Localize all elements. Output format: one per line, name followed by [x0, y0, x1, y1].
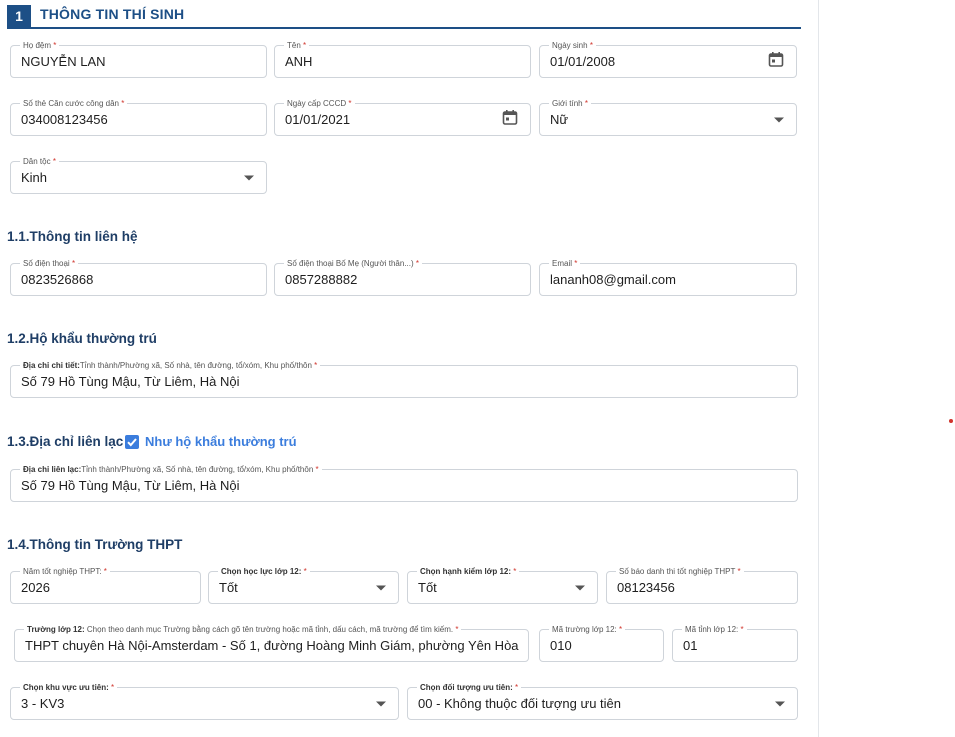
chevron-down-icon[interactable]: [575, 585, 585, 590]
ho-dem-input[interactable]: NGUYỄN LAN: [21, 46, 232, 77]
same-as-ho-khau-toggle[interactable]: Như hộ khẩu thường trú: [125, 434, 297, 449]
doi-tuong-select[interactable]: Chọn đối tượng ưu tiên: * 00 - Không thu…: [407, 682, 798, 720]
ten-input[interactable]: ANH: [285, 46, 496, 77]
email-input[interactable]: lananh08@gmail.com: [550, 264, 762, 295]
ngay-cap-cccd-field[interactable]: Ngày cấp CCCD * 01/01/2021: [274, 98, 531, 136]
hoc-luc-select[interactable]: Chọn học lực lớp 12: * Tốt: [208, 566, 399, 604]
parent-phone-input[interactable]: 0857288882: [285, 264, 496, 295]
chevron-down-icon[interactable]: [376, 701, 386, 706]
nam-tot-nghiep-field[interactable]: Năm tốt nghiệp THPT: * 2026: [10, 566, 201, 604]
ngay-sinh-field[interactable]: Ngày sinh * 01/01/2008: [539, 40, 797, 78]
school-heading: 1.4.Thông tin Trường THPT: [7, 537, 183, 552]
parent-phone-field[interactable]: Số điện thoại Bố Mẹ (Người thân...) * 08…: [274, 258, 531, 296]
calendar-icon[interactable]: [502, 109, 518, 130]
email-field[interactable]: Email * lananh08@gmail.com: [539, 258, 797, 296]
cccd-field[interactable]: Số thẻ Căn cước công dân * 034008123456: [10, 98, 267, 136]
lien-lac-heading: 1.3.Địa chỉ liên lạc: [7, 434, 124, 449]
calendar-icon[interactable]: [768, 51, 784, 72]
ma-truong-input[interactable]: 010: [550, 630, 629, 661]
ho-dem-field[interactable]: Họ đệm * NGUYỄN LAN: [10, 40, 267, 78]
contact-heading: 1.1.Thông tin liên hệ: [7, 229, 138, 244]
so-bao-danh-input[interactable]: 08123456: [617, 572, 763, 603]
chevron-down-icon[interactable]: [376, 585, 386, 590]
panel-border: [818, 0, 819, 737]
khu-vuc-select[interactable]: Chọn khu vực ưu tiên: * 3 - KV3: [10, 682, 399, 720]
same-as-ho-khau-checkbox[interactable]: [125, 434, 139, 449]
ho-khau-address-field[interactable]: Địa chỉ chi tiết:Tỉnh thành/Phường xã, S…: [10, 360, 798, 398]
hanh-kiem-select[interactable]: Chọn hạnh kiểm lớp 12: * Tốt: [407, 566, 598, 604]
phone-field[interactable]: Số điện thoại * 0823526868: [10, 258, 267, 296]
indicator-dot: [949, 419, 953, 423]
section-number: 1: [7, 5, 31, 27]
lien-lac-address-field[interactable]: Địa chỉ liên lạc:Tỉnh thành/Phường xã, S…: [10, 464, 798, 502]
ma-truong-field[interactable]: Mã trường lớp 12: * 010: [539, 624, 664, 662]
chevron-down-icon[interactable]: [775, 701, 785, 706]
ten-field[interactable]: Tên * ANH: [274, 40, 531, 78]
lien-lac-address-input[interactable]: Số 79 Hồ Tùng Mậu, Từ Liêm, Hà Nội: [21, 470, 763, 501]
hanh-kiem-value[interactable]: Tốt: [418, 572, 563, 603]
ho-khau-address-input[interactable]: Số 79 Hồ Tùng Mậu, Từ Liêm, Hà Nội: [21, 366, 763, 397]
section-divider: [7, 27, 801, 29]
check-icon: [127, 437, 137, 446]
registration-form: 1 THÔNG TIN THÍ SINH Họ đệm * NGUYỄN LAN…: [0, 0, 818, 737]
ma-tinh-input[interactable]: 01: [683, 630, 763, 661]
hoc-luc-value[interactable]: Tốt: [219, 572, 364, 603]
chevron-down-icon[interactable]: [244, 175, 254, 180]
nam-tot-nghiep-input[interactable]: 2026: [21, 572, 166, 603]
same-as-ho-khau-label[interactable]: Như hộ khẩu thường trú: [145, 434, 297, 449]
truong-input[interactable]: THPT chuyên Hà Nội-Amsterdam - Số 1, đườ…: [25, 630, 520, 661]
so-bao-danh-field[interactable]: Số báo danh thi tốt nghiệp THPT * 081234…: [606, 566, 798, 604]
cccd-input[interactable]: 034008123456: [21, 104, 232, 135]
dan-toc-select[interactable]: Dân tộc * Kinh: [10, 156, 267, 194]
ngay-sinh-input[interactable]: 01/01/2008: [550, 46, 762, 77]
ma-tinh-field[interactable]: Mã tỉnh lớp 12: * 01: [672, 624, 798, 662]
ngay-cap-cccd-input[interactable]: 01/01/2021: [285, 104, 496, 135]
truong-field[interactable]: Trường lớp 12: Chọn theo danh mục Trường…: [14, 624, 529, 662]
phone-input[interactable]: 0823526868: [21, 264, 232, 295]
dan-toc-value[interactable]: Kinh: [21, 162, 232, 193]
ho-khau-heading: 1.2.Hộ khẩu thường trú: [7, 331, 157, 346]
khu-vuc-value[interactable]: 3 - KV3: [21, 688, 364, 719]
section-title: THÔNG TIN THÍ SINH: [40, 6, 185, 22]
doi-tuong-value[interactable]: 00 - Không thuộc đối tượng ưu tiên: [418, 688, 763, 719]
gioi-tinh-select[interactable]: Giới tính * Nữ: [539, 98, 797, 136]
chevron-down-icon[interactable]: [774, 117, 784, 122]
gioi-tinh-value[interactable]: Nữ: [550, 104, 762, 135]
